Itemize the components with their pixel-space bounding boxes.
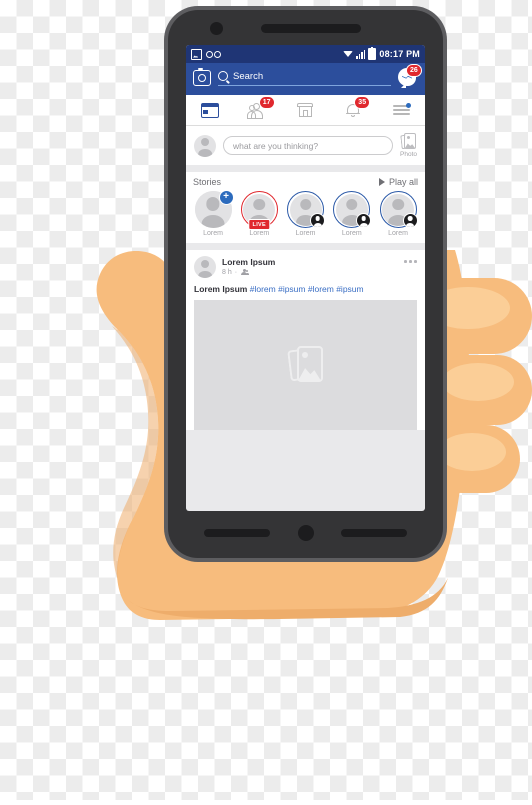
story-item-add[interactable]: + Lorem: [193, 190, 234, 237]
finger-2: [432, 355, 532, 425]
friends-badge: 17: [258, 96, 275, 109]
post-text: Lorem Ipsum #lorem #ipsum #lorem #ipsum: [194, 278, 417, 300]
post-subline: 8 h ·: [222, 268, 275, 276]
image-icon: [191, 48, 202, 60]
photo-placeholder-icon: [286, 346, 323, 384]
home-button[interactable]: [298, 525, 314, 541]
navigation-tabs: 17 35: [186, 95, 425, 126]
add-story-icon[interactable]: +: [218, 190, 234, 205]
post-header: Lorem Ipsum 8 h ·: [194, 256, 417, 278]
live-badge: LIVE: [248, 219, 270, 230]
search-placeholder: Search: [233, 70, 264, 82]
story-author-avatar-icon: [310, 213, 325, 228]
story-thumbnail: +: [194, 190, 234, 228]
stories-header: Stories Play all: [193, 177, 418, 187]
messenger-icon[interactable]: 26: [398, 64, 422, 88]
story-label: Lorem: [341, 230, 362, 237]
more-options-icon[interactable]: [404, 256, 417, 263]
phone-top-bezel: [168, 10, 443, 45]
post-meta: Lorem Ipsum 8 h ·: [222, 256, 275, 276]
post-author[interactable]: Lorem Ipsum: [222, 257, 275, 267]
feed-post: Lorem Ipsum 8 h · Lorem Ipsum #lorem #ip…: [186, 250, 425, 430]
tab-menu[interactable]: [384, 97, 418, 123]
section-divider: [186, 165, 425, 172]
phone-screen: 08:17 PM Search 26 17 35 what are you th…: [186, 45, 425, 511]
story-item[interactable]: Lorem: [286, 191, 326, 237]
app-header: Search 26: [186, 63, 425, 95]
stories-list: + Lorem LIVE Lorem Lorem Lorem Lorem: [193, 190, 418, 237]
composer-input[interactable]: what are you thinking?: [223, 136, 393, 155]
tab-newsfeed[interactable]: [193, 97, 227, 123]
status-bar-right: 08:17 PM: [343, 46, 420, 60]
story-label: Lorem: [388, 230, 408, 237]
earpiece-speaker: [261, 24, 361, 33]
left-soft-key[interactable]: [204, 529, 270, 537]
right-soft-key[interactable]: [341, 529, 407, 537]
photo-button[interactable]: Photo: [399, 133, 417, 158]
story-thumbnail: [333, 191, 372, 228]
status-bar-left: [191, 48, 221, 60]
search-input[interactable]: Search: [218, 71, 391, 86]
post-text-plain: Lorem Ipsum: [194, 284, 248, 294]
avatar: [194, 134, 216, 157]
camera-icon[interactable]: [193, 67, 211, 86]
battery-icon: [368, 46, 377, 60]
story-item[interactable]: Lorem: [378, 191, 418, 237]
story-label: Lorem: [203, 230, 223, 237]
messenger-badge: 26: [405, 64, 422, 77]
notifications-badge: 35: [354, 96, 371, 109]
post-timestamp: 8 h: [222, 268, 232, 276]
menu-dot-indicator: [405, 103, 411, 108]
search-icon: [218, 71, 228, 81]
voicemail-icon: [206, 50, 221, 58]
composer-placeholder: what are you thinking?: [233, 140, 319, 151]
stories-section: Stories Play all + Lorem LIVE Lorem Lore…: [186, 172, 425, 243]
story-thumbnail: LIVE: [240, 191, 278, 230]
menu-icon: [392, 103, 411, 116]
story-item[interactable]: Lorem: [332, 191, 372, 237]
photo-label: Photo: [400, 151, 417, 158]
play-icon: [378, 178, 385, 186]
wifi-icon: [343, 50, 353, 58]
post-hashtags[interactable]: #lorem #ipsum #lorem #ipsum: [250, 284, 364, 294]
photo-icon: [399, 133, 417, 150]
smartphone-device: 08:17 PM Search 26 17 35 what are you th…: [168, 10, 443, 558]
status-composer: what are you thinking? Photo: [186, 126, 425, 165]
clock: 08:17 PM: [379, 49, 420, 59]
tab-friends[interactable]: 17: [241, 96, 275, 123]
marketplace-icon: [297, 103, 314, 117]
play-all-button[interactable]: Play all: [378, 177, 418, 187]
tab-notifications[interactable]: 35: [336, 96, 371, 123]
story-author-avatar-icon: [356, 213, 372, 228]
story-thumbnail: [287, 191, 325, 228]
phone-bottom-bezel: [168, 511, 443, 558]
story-label: Lorem: [295, 230, 316, 237]
newsfeed-icon: [200, 102, 219, 118]
story-thumbnail: [379, 191, 418, 228]
signal-icon: [356, 49, 366, 59]
play-all-label: Play all: [388, 177, 418, 187]
story-label: Lorem: [249, 230, 270, 237]
story-item-live[interactable]: LIVE Lorem: [239, 191, 279, 237]
front-camera-icon: [210, 22, 223, 35]
status-bar: 08:17 PM: [186, 45, 425, 63]
post-media[interactable]: [194, 300, 417, 430]
section-divider: [186, 243, 425, 250]
tab-marketplace[interactable]: [288, 97, 322, 123]
stories-title: Stories: [193, 177, 222, 187]
friends-audience-icon: [240, 268, 250, 276]
avatar[interactable]: [194, 256, 216, 278]
post-separator: ·: [234, 268, 238, 276]
story-author-avatar-icon: [402, 213, 418, 228]
